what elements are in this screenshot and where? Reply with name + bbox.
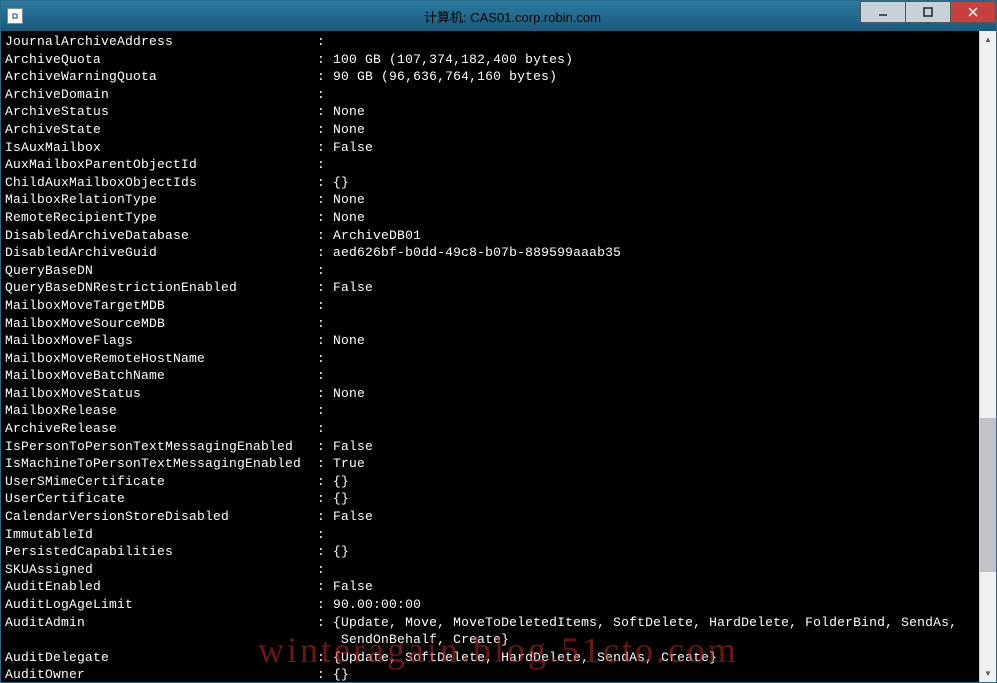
console-line: MailboxMoveTargetMDB :	[5, 297, 975, 315]
scroll-thumb[interactable]	[980, 418, 996, 572]
console-line: AuxMailboxParentObjectId :	[5, 156, 975, 174]
console-line: MailboxMoveStatus : None	[5, 385, 975, 403]
console-line: ArchiveQuota : 100 GB (107,374,182,400 b…	[5, 51, 975, 69]
console-line: ArchiveStatus : None	[5, 103, 975, 121]
console-line: QueryBaseDNRestrictionEnabled : False	[5, 279, 975, 297]
console-line: UserCertificate : {}	[5, 490, 975, 508]
console-line: MailboxMoveSourceMDB :	[5, 315, 975, 333]
console-line: AuditLogAgeLimit : 90.00:00:00	[5, 596, 975, 614]
console-line: MailboxMoveRemoteHostName :	[5, 350, 975, 368]
scroll-down-button[interactable]: ▼	[980, 665, 996, 682]
window-buttons	[861, 1, 996, 23]
console-line: PersistedCapabilities : {}	[5, 543, 975, 561]
titlebar[interactable]: ⧉ 计算机: CAS01.corp.robin.com	[1, 1, 996, 31]
console-line: JournalArchiveAddress :	[5, 33, 975, 51]
console-line: MailboxMoveBatchName :	[5, 367, 975, 385]
console-line: AuditDelegate : {Update, SoftDelete, Har…	[5, 649, 975, 667]
close-button[interactable]	[950, 1, 996, 23]
console-line: UserSMimeCertificate : {}	[5, 473, 975, 491]
console-line: AuditEnabled : False	[5, 578, 975, 596]
console-line: SKUAssigned :	[5, 561, 975, 579]
console-line: ArchiveState : None	[5, 121, 975, 139]
window-title: 计算机: CAS01.corp.robin.com	[29, 7, 996, 26]
console-line: ImmutableId :	[5, 526, 975, 544]
console-line: ArchiveDomain :	[5, 86, 975, 104]
console-line: MailboxRelease :	[5, 402, 975, 420]
console-line: IsPersonToPersonTextMessagingEnabled : F…	[5, 438, 975, 456]
console-line: DisabledArchiveDatabase : ArchiveDB01	[5, 227, 975, 245]
console-line: ArchiveWarningQuota : 90 GB (96,636,764,…	[5, 68, 975, 86]
maximize-button[interactable]	[905, 1, 951, 23]
scroll-track[interactable]	[980, 48, 996, 665]
console-line: IsMachineToPersonTextMessagingEnabled : …	[5, 455, 975, 473]
console-line: DisabledArchiveGuid : aed626bf-b0dd-49c8…	[5, 244, 975, 262]
console-line: CalendarVersionStoreDisabled : False	[5, 508, 975, 526]
client-area: JournalArchiveAddress : ArchiveQuota : 1…	[1, 31, 996, 682]
console-line: MailboxMoveFlags : None	[5, 332, 975, 350]
console-output[interactable]: JournalArchiveAddress : ArchiveQuota : 1…	[1, 31, 979, 682]
console-line: ChildAuxMailboxObjectIds : {}	[5, 174, 975, 192]
scroll-up-button[interactable]: ▲	[980, 31, 996, 48]
console-line: AuditOwner : {}	[5, 666, 975, 682]
app-icon: ⧉	[7, 8, 23, 24]
console-line: IsAuxMailbox : False	[5, 139, 975, 157]
console-line: QueryBaseDN :	[5, 262, 975, 280]
console-line: MailboxRelationType : None	[5, 191, 975, 209]
vertical-scrollbar[interactable]: ▲ ▼	[979, 31, 996, 682]
minimize-button[interactable]	[860, 1, 906, 23]
console-line: SendOnBehalf, Create}	[5, 631, 975, 649]
console-line: RemoteRecipientType : None	[5, 209, 975, 227]
console-line: AuditAdmin : {Update, Move, MoveToDelete…	[5, 614, 975, 632]
console-line: ArchiveRelease :	[5, 420, 975, 438]
